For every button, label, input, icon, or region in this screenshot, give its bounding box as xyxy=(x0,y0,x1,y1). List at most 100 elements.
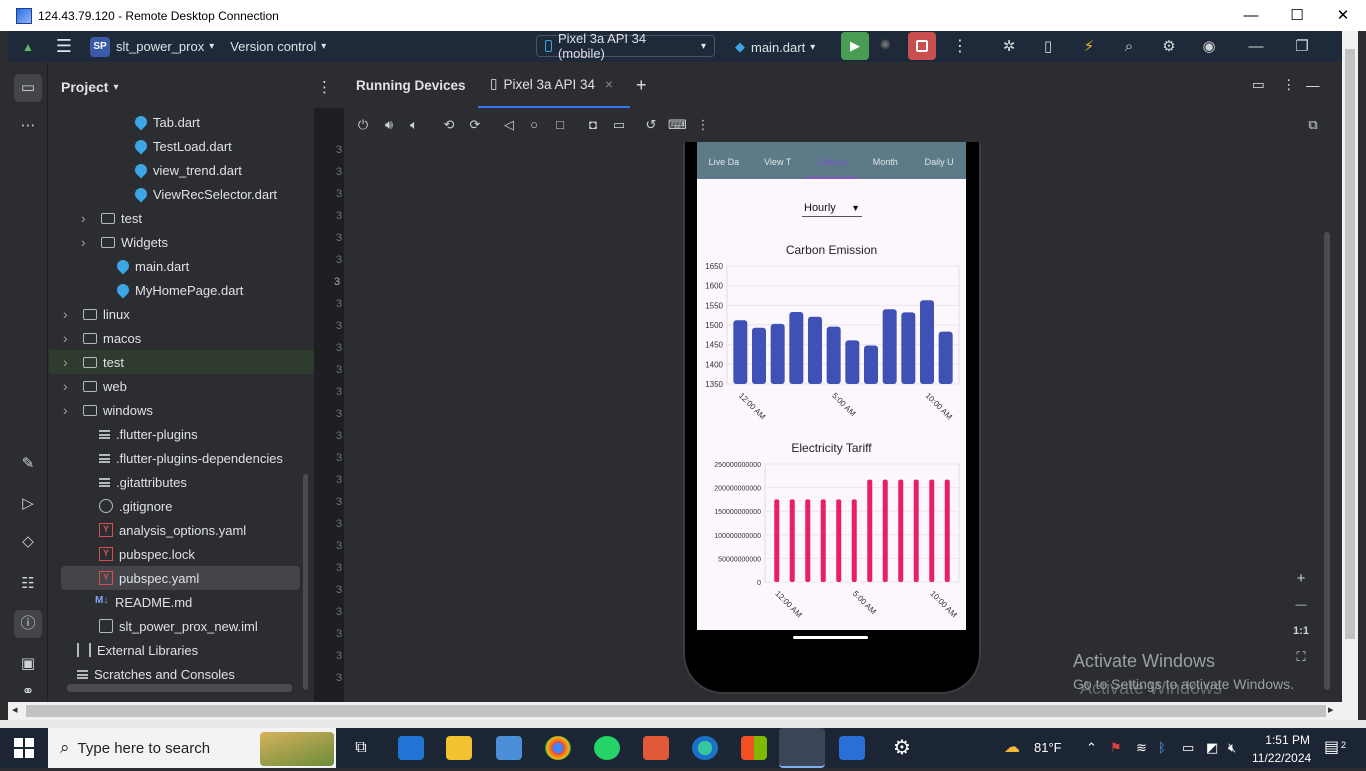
project-hscrollbar[interactable] xyxy=(67,684,292,692)
panel-options-icon[interactable]: ⋮ xyxy=(1282,77,1296,93)
device-manager-icon[interactable]: ▯ xyxy=(1038,37,1058,57)
tree-row[interactable]: view_trend.dart xyxy=(49,158,314,182)
tab-view-trend[interactable]: View T xyxy=(751,142,805,179)
task-view-icon[interactable]: ⧉ xyxy=(348,736,374,760)
canvas-scrollbar[interactable] xyxy=(1324,232,1330,690)
device-selector[interactable]: Pixel 3a API 34 (mobile) ▾ xyxy=(536,31,715,61)
screen-record-icon[interactable]: ▭ xyxy=(610,116,628,134)
tree-row[interactable]: › macos xyxy=(49,326,314,350)
terminal-icon[interactable]: ▣ xyxy=(14,650,42,678)
logcat-icon[interactable]: ☷ xyxy=(14,570,42,598)
chevron-right-icon[interactable]: › xyxy=(63,354,77,370)
overview-icon[interactable]: □ xyxy=(551,116,569,134)
home-icon[interactable]: ○ xyxy=(525,116,543,134)
options-icon[interactable]: ⋮ xyxy=(317,78,332,96)
device-more-icon[interactable]: ⋮ xyxy=(694,116,712,134)
chevron-right-icon[interactable]: › xyxy=(81,234,95,250)
weather-temp[interactable]: 81°F xyxy=(1034,728,1062,768)
tree-row[interactable]: Ypubspec.lock xyxy=(49,542,314,566)
tray-app-icon[interactable]: ◩ xyxy=(1206,728,1218,768)
tab-pixel-3a[interactable]: ▯ Pixel 3a API 34 × xyxy=(478,62,630,108)
tab-daily-usage[interactable]: Daily U xyxy=(912,142,966,179)
scroll-left-icon[interactable]: ◂ xyxy=(12,703,18,716)
flutter-inspector-icon[interactable]: ✎ xyxy=(14,450,42,478)
chevron-right-icon[interactable]: › xyxy=(63,378,77,394)
volume-muted-icon[interactable]: 🔇︎ xyxy=(1228,728,1236,768)
reset-icon[interactable]: ↺ xyxy=(642,116,660,134)
rotate-right-icon[interactable]: ⟳ xyxy=(466,116,484,134)
tree-row[interactable]: .gitignore xyxy=(49,494,314,518)
app-icon[interactable] xyxy=(643,736,669,760)
tree-row[interactable]: ViewRecSelector.dart xyxy=(49,182,314,206)
gesture-nav-bar[interactable] xyxy=(793,636,868,639)
settings-taskbar-icon[interactable]: ⚙ xyxy=(889,736,915,760)
dev-app-icon[interactable] xyxy=(839,736,865,760)
more-actions-icon[interactable]: ⋮ xyxy=(952,36,968,56)
tree-row[interactable]: › web xyxy=(49,374,314,398)
mail-icon[interactable] xyxy=(398,736,424,760)
battery-icon[interactable]: ▭ xyxy=(1182,728,1194,768)
more-tools-icon[interactable]: ⋯ xyxy=(14,112,42,140)
layout-icon[interactable]: ▭ xyxy=(1252,77,1265,93)
tree-row[interactable]: › test xyxy=(49,350,314,374)
problems-icon[interactable]: ⓘ xyxy=(14,610,42,638)
tree-row[interactable]: › test xyxy=(49,206,314,230)
stop-button[interactable] xyxy=(908,32,936,60)
run-config-selector[interactable]: ◆ main.dart ▾ xyxy=(735,39,815,55)
android-icon[interactable]: ▲ xyxy=(22,40,34,54)
power-icon[interactable]: ⏻ xyxy=(354,116,372,134)
minimize-button[interactable]: — xyxy=(1228,0,1274,31)
tree-row[interactable]: Ypubspec.yaml xyxy=(61,566,300,590)
vcs-menu[interactable]: Version control ▾ xyxy=(230,39,326,54)
project-selector[interactable]: SP slt_power_prox ▾ xyxy=(90,36,214,57)
tree-row[interactable]: Yanalysis_options.yaml xyxy=(49,518,314,542)
tree-row[interactable]: › linux xyxy=(49,302,314,326)
chrome-icon[interactable] xyxy=(545,736,571,760)
clock[interactable]: 1:51 PM 11/22/2024 xyxy=(1252,731,1311,771)
ide-restore-icon[interactable]: ❐ xyxy=(1292,37,1312,57)
rdp-taskbar-icon[interactable] xyxy=(779,728,825,768)
tab-monthly[interactable]: Month xyxy=(858,142,912,179)
tree-row[interactable]: External Libraries xyxy=(49,638,314,662)
mirror-icon[interactable]: ⧉ xyxy=(1304,116,1322,134)
git-icon[interactable]: ⚭ xyxy=(14,684,42,702)
zoom-fit-icon[interactable]: ⛶ xyxy=(1290,646,1312,668)
project-scrollbar[interactable] xyxy=(303,474,308,690)
scroll-right-icon[interactable]: ▸ xyxy=(1328,703,1334,716)
project-panel-header[interactable]: Project ▾ ⋮ xyxy=(49,62,332,112)
tray-expand-icon[interactable]: ⌃ xyxy=(1086,728,1097,768)
phone-screen[interactable]: Live Da View T Calcula Month Daily U Hou… xyxy=(697,142,966,630)
chevron-right-icon[interactable]: › xyxy=(63,402,77,418)
edge-icon[interactable] xyxy=(692,736,718,760)
tree-row[interactable]: slt_power_prox_new.iml xyxy=(49,614,314,638)
run-button[interactable]: ▶ xyxy=(841,32,869,60)
search-icon[interactable]: ⌕ xyxy=(1119,37,1139,57)
add-device-icon[interactable]: + xyxy=(636,75,647,96)
wifi-icon[interactable]: ≋ xyxy=(1136,728,1147,768)
zoom-out-button[interactable]: — xyxy=(1290,594,1312,616)
interval-dropdown[interactable]: Hourly ▼ xyxy=(802,199,862,217)
hide-panel-icon[interactable]: — xyxy=(1306,78,1320,93)
run-tool-icon[interactable]: ▷ xyxy=(14,490,42,518)
volume-up-icon[interactable]: 🔊︎ xyxy=(380,116,398,134)
weather-icon[interactable]: ☁ xyxy=(1004,728,1020,768)
bluetooth-icon[interactable]: ᛒ xyxy=(1158,728,1166,768)
tree-row[interactable]: main.dart xyxy=(49,254,314,278)
volume-down-icon[interactable]: 🔈︎ xyxy=(405,116,423,134)
zoom-in-button[interactable]: + xyxy=(1290,568,1312,590)
tree-row[interactable]: .gitattributes xyxy=(49,470,314,494)
project-tool-icon[interactable]: ▭ xyxy=(14,74,42,102)
rdp-horizontal-scrollbar[interactable]: ◂ ▸ xyxy=(8,702,1358,720)
maximize-button[interactable]: ☐ xyxy=(1274,0,1320,31)
main-menu-icon[interactable]: ☰ xyxy=(56,36,72,57)
close-button[interactable]: ✕ xyxy=(1320,0,1366,31)
hot-reload-icon[interactable]: ⚡ xyxy=(1079,37,1099,57)
zoom-actual-button[interactable]: 1:1 xyxy=(1290,620,1312,642)
tree-row[interactable]: Scratches and Consoles xyxy=(49,662,314,686)
start-button[interactable] xyxy=(14,738,34,758)
tab-live-data[interactable]: Live Da xyxy=(697,142,751,179)
tree-row[interactable]: .flutter-plugins-dependencies xyxy=(49,446,314,470)
back-icon[interactable]: ◁ xyxy=(500,116,518,134)
close-tab-icon[interactable]: × xyxy=(605,77,613,92)
screenshot-icon[interactable]: ◘ xyxy=(584,116,602,134)
